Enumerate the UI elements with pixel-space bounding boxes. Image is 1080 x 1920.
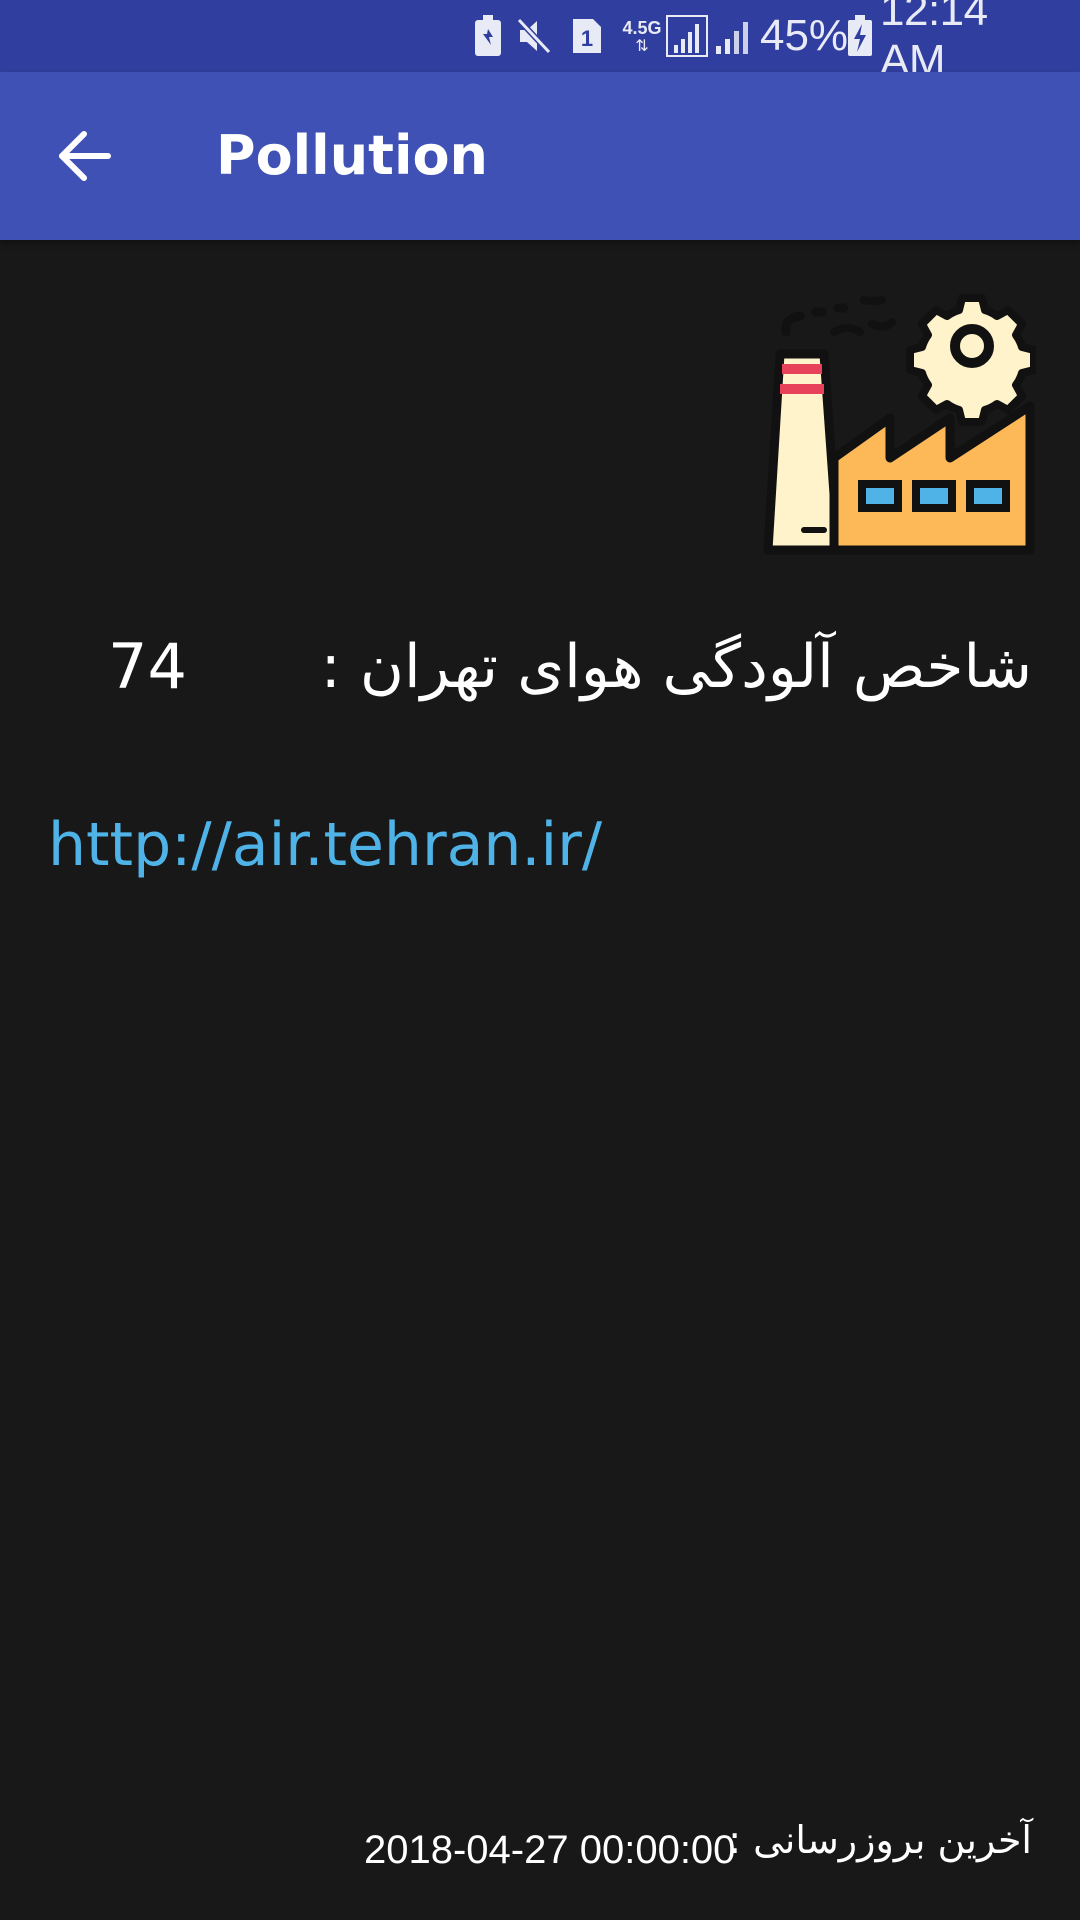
last-update-row: آخرین بروزرسانی : 2018-04-27 00:00:00 <box>0 1800 1080 1890</box>
status-time: 12:14 AM <box>880 0 988 85</box>
battery-charging-icon <box>846 0 874 72</box>
app-bar: Pollution <box>0 72 1080 240</box>
signal-strength-icon <box>666 0 708 72</box>
signal-strength-2-icon <box>714 0 754 72</box>
pollution-index-row: شاخص آلودگی هوای تهران : 74 <box>0 612 1080 722</box>
status-bar: 1 4.5G ⇅ 45% 12:14 AM <box>0 0 1080 85</box>
network-4-5g-icon: 4.5G ⇅ <box>622 18 662 55</box>
page-title: Pollution <box>216 124 489 187</box>
battery-saver-icon <box>474 0 502 72</box>
source-link[interactable]: http://air.tehran.ir/ <box>48 800 602 890</box>
pollution-screen: 1 4.5G ⇅ 45% 12:14 AM Pollution شاخص آلو… <box>0 0 1080 1920</box>
factory-icon <box>760 288 1038 560</box>
battery-percent: 45% <box>759 11 849 60</box>
last-update-value: 2018-04-27 00:00:00 <box>364 1828 736 1872</box>
pollution-index-value: 74 <box>108 630 187 703</box>
arrow-back-icon <box>59 131 111 181</box>
mute-icon <box>514 0 554 72</box>
sim-icon: 1 <box>570 0 604 72</box>
last-update-label: آخرین بروزرسانی : <box>728 1818 1032 1862</box>
back-button[interactable] <box>40 112 128 200</box>
svg-text:1: 1 <box>581 26 593 51</box>
pollution-index-label: شاخص آلودگی هوای تهران : <box>320 632 1032 702</box>
